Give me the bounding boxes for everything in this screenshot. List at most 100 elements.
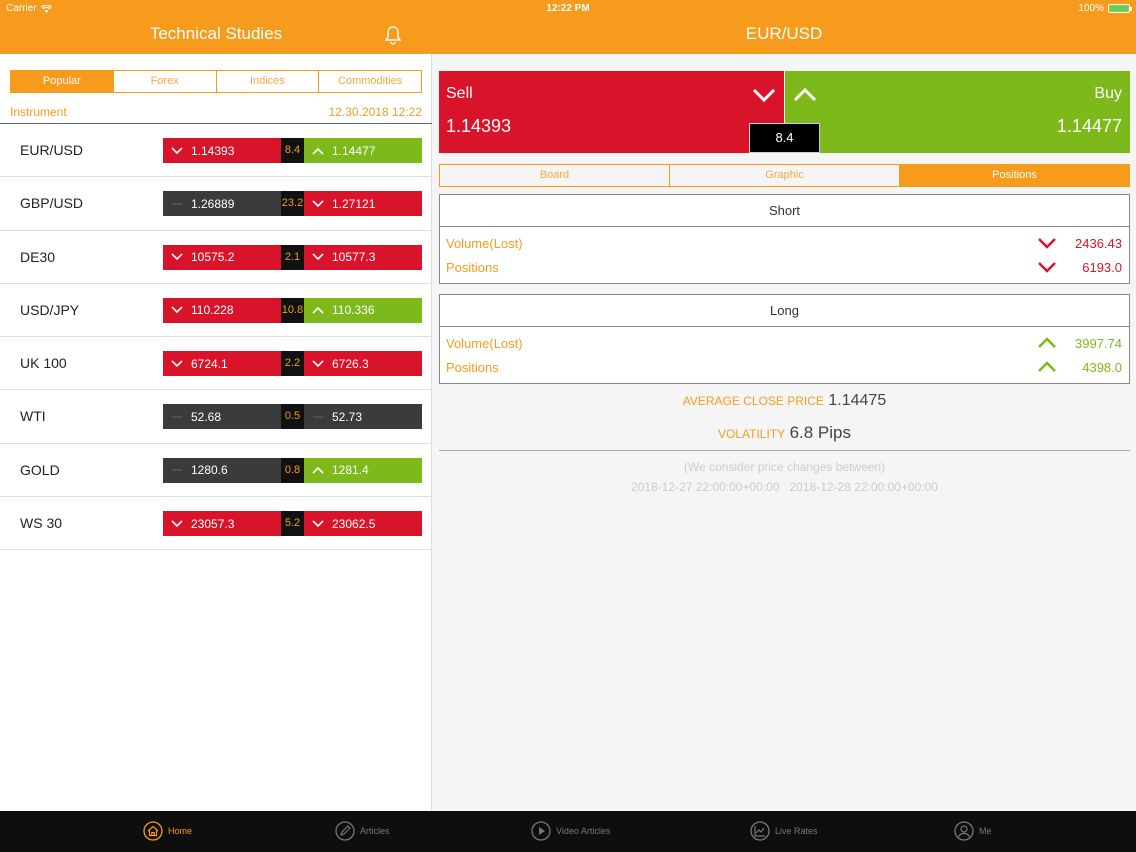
- user-icon: [954, 821, 974, 841]
- sell-quote[interactable]: 6724.1: [163, 351, 281, 377]
- tab-indices[interactable]: Indices: [217, 71, 320, 92]
- play-icon: [531, 821, 551, 841]
- instrument-row[interactable]: DE30 10575.2 2.1 10577.3: [0, 231, 432, 284]
- buy-quote-value: 110.336: [332, 303, 375, 318]
- tab-forex[interactable]: Forex: [114, 71, 217, 92]
- sell-quote-value: 110.228: [191, 303, 234, 318]
- arrow-down-icon: [312, 253, 324, 261]
- instrument-row[interactable]: USD/JPY 110.228 10.8 110.336: [0, 284, 432, 338]
- instrument-name: GOLD: [20, 461, 60, 478]
- detail-tabs: Board Graphic Positions: [439, 164, 1130, 187]
- tab-graphic[interactable]: Graphic: [670, 165, 900, 186]
- tab-board[interactable]: Board: [440, 165, 670, 186]
- tab-video-articles[interactable]: Video Articles: [531, 821, 610, 841]
- flat-icon: [172, 416, 182, 418]
- tab-live-rates[interactable]: Live Rates: [750, 821, 818, 841]
- buy-quote[interactable]: 52.73: [304, 404, 422, 430]
- long-positions-row: Positions 4398.0: [440, 355, 1129, 379]
- sell-quote[interactable]: 52.68: [163, 404, 281, 430]
- arrow-down-icon: [171, 253, 183, 261]
- quote: 1.26889 23.2 1.27121: [163, 191, 422, 217]
- tab-positions[interactable]: Positions: [900, 165, 1129, 186]
- sell-quote[interactable]: 10575.2: [163, 244, 281, 270]
- spread-value: 2.2: [281, 351, 304, 377]
- status-bar: Carrier 12:22 PM 100%: [0, 0, 1136, 17]
- sell-quote[interactable]: 1.26889: [163, 191, 281, 217]
- tab-commodities[interactable]: Commodities: [319, 71, 421, 92]
- average-close-price: AVERAGE CLOSE PRICE 1.14475: [439, 392, 1130, 410]
- buy-quote-value: 1.27121: [332, 196, 376, 211]
- sell-quote-value: 6724.1: [191, 356, 228, 371]
- flat-icon: [172, 469, 182, 472]
- sell-quote-value: 23057.3: [191, 516, 235, 531]
- period-dates: 2018-12-27 22:00:00+00:00 2018-12-28 22:…: [631, 480, 938, 494]
- tab-articles[interactable]: Articles: [335, 821, 390, 841]
- buy-quote-value: 1281.4: [332, 463, 369, 478]
- instrument-panel: Popular Forex Indices Commodities Instru…: [0, 54, 432, 811]
- instrument-row[interactable]: EUR/USD 1.14393 8.4 1.14477: [0, 124, 432, 178]
- buy-quote[interactable]: 10577.3: [304, 244, 422, 270]
- long-title: Long: [440, 295, 1129, 327]
- battery-status: 100%: [1078, 3, 1132, 14]
- instrument-row[interactable]: WTI 52.68 0.5 52.73: [0, 390, 432, 444]
- short-volume-value: 2436.43: [1075, 236, 1122, 251]
- tab-live-rates-label: Live Rates: [775, 826, 818, 836]
- spread-badge: 8.4: [749, 123, 820, 153]
- buy-quote[interactable]: 1.14477: [304, 138, 422, 163]
- chart-icon: [750, 821, 770, 841]
- sell-quote[interactable]: 110.228: [163, 297, 281, 323]
- quote: 52.68 0.5 52.73: [163, 404, 422, 430]
- buy-quote-value: 10577.3: [332, 250, 376, 265]
- sell-quote-value: 10575.2: [191, 250, 235, 265]
- tab-bar: Home Articles Video Articles Live Rates …: [0, 811, 1136, 852]
- arrow-up-icon: [1038, 337, 1056, 348]
- buy-quote[interactable]: 1281.4: [304, 457, 422, 483]
- instrument-row[interactable]: GOLD 1280.6 0.8 1281.4: [0, 444, 432, 498]
- period-note: (We consider price changes between): [683, 460, 886, 474]
- buy-quote[interactable]: 110.336: [304, 297, 422, 323]
- spread-value: 2.1: [281, 244, 304, 270]
- top-bar: Carrier 12:22 PM 100% Technical Studies …: [0, 0, 1136, 54]
- bell-icon[interactable]: [384, 25, 402, 45]
- sell-quote[interactable]: 1280.6: [163, 457, 281, 483]
- instrument-name: GBP/USD: [20, 195, 84, 212]
- spread-value: 8.4: [281, 138, 304, 163]
- long-panel: Long Volume(Lost) 3997.74 Positions 4398…: [439, 294, 1130, 384]
- quote: 6724.1 2.2 6726.3: [163, 351, 422, 377]
- buy-quote[interactable]: 6726.3: [304, 351, 422, 377]
- tab-popular[interactable]: Popular: [11, 71, 114, 92]
- flat-icon: [313, 416, 323, 418]
- quote: 23057.3 5.2 23062.5: [163, 511, 422, 537]
- long-positions-label: Positions: [446, 360, 499, 375]
- sell-button[interactable]: Sell 1.14393: [439, 71, 784, 153]
- buy-quote[interactable]: 23062.5: [304, 511, 422, 537]
- tab-home[interactable]: Home: [143, 821, 192, 841]
- instrument-row[interactable]: UK 100 6724.1 2.2 6726.3: [0, 337, 432, 391]
- sell-price: 1.14393: [446, 116, 512, 136]
- sell-quote[interactable]: 23057.3: [163, 511, 281, 537]
- quote: 10575.2 2.1 10577.3: [163, 244, 422, 270]
- home-icon: [143, 821, 163, 841]
- category-tabs: Popular Forex Indices Commodities: [10, 70, 422, 93]
- sell-label: Sell: [446, 85, 473, 102]
- long-volume-value: 3997.74: [1075, 336, 1122, 351]
- long-volume-row: Volume(Lost) 3997.74: [440, 331, 1129, 355]
- app: Carrier 12:22 PM 100% Technical Studies …: [0, 0, 1136, 852]
- quote: 110.228 10.8 110.336: [163, 297, 422, 323]
- instrument-row[interactable]: WS 30 23057.3 5.2 23062.5: [0, 497, 432, 551]
- sell-quote-value: 1.14393: [191, 143, 235, 158]
- quote: 1.14393 8.4 1.14477: [163, 138, 422, 163]
- instrument-row[interactable]: GBP/USD 1.26889 23.2 1.27121: [0, 177, 432, 231]
- detail-panel: Sell 1.14393 Buy 1.14477 8.4 Board Graph…: [433, 54, 1136, 811]
- long-positions-value: 4398.0: [1082, 360, 1122, 375]
- sell-quote[interactable]: 1.14393: [163, 138, 281, 163]
- buy-quote[interactable]: 1.27121: [304, 191, 422, 217]
- arrow-up-icon: [1038, 361, 1056, 372]
- chevron-up-icon: [793, 87, 817, 102]
- arrow-down-icon: [312, 520, 324, 527]
- arrow-down-icon: [171, 146, 183, 154]
- chevron-down-icon: [752, 88, 776, 103]
- buy-button[interactable]: Buy 1.14477: [785, 71, 1130, 153]
- arrow-down-icon: [1038, 262, 1056, 273]
- tab-me[interactable]: Me: [954, 821, 992, 841]
